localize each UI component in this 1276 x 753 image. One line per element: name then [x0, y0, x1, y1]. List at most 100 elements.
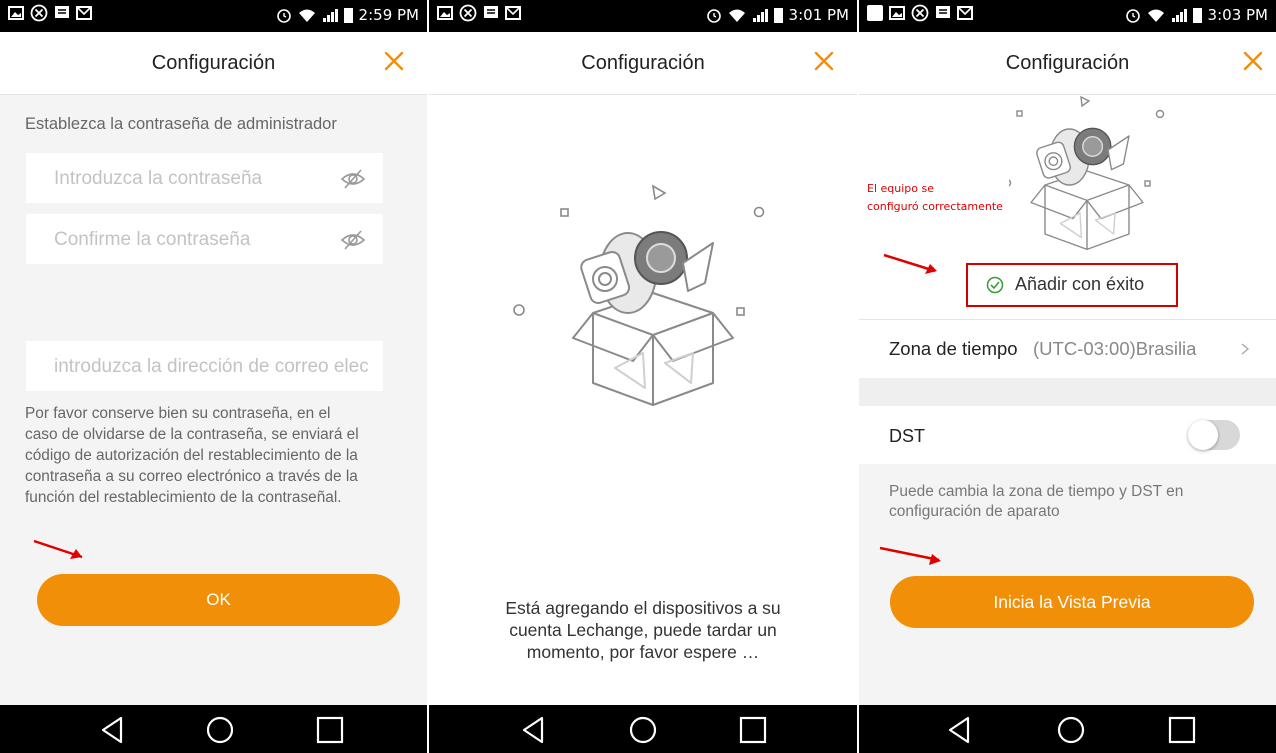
email-field — [26, 341, 396, 393]
annotation-line: El equipo se — [867, 182, 934, 195]
toggle-knob — [1188, 420, 1218, 450]
dst-row: DST — [859, 406, 1276, 464]
mail-icon — [76, 6, 92, 20]
eye-off-icon[interactable] — [339, 165, 367, 193]
success-area: El equipo se configuró correctamente Aña… — [859, 95, 1276, 705]
password-note: Por favor conserve bien su contraseña, e… — [25, 403, 415, 508]
battery-icon — [1192, 8, 1202, 23]
recents-icon[interactable] — [313, 713, 347, 747]
form-heading: Establezca la contraseña de administrado… — [25, 115, 337, 133]
close-icon[interactable] — [379, 46, 409, 76]
check-circle-icon — [986, 276, 1004, 294]
signal-icon — [752, 9, 768, 22]
annotation-line: configuró correctamente — [867, 200, 1003, 213]
message-icon — [55, 6, 69, 18]
page-title: Configuración — [581, 52, 705, 74]
page-title: Configuración — [151, 52, 276, 74]
home-icon[interactable] — [1054, 713, 1088, 747]
settings-hint: Puede cambia la zona de tiempo y DST en … — [859, 464, 1276, 534]
close-icon[interactable] — [1238, 46, 1268, 76]
password-input[interactable] — [26, 153, 342, 205]
alarm-icon — [1125, 9, 1140, 23]
note-line: contraseña a su correo electrónico a tra… — [25, 468, 358, 485]
navigation-bar — [859, 705, 1276, 753]
device-box-illustration — [1009, 95, 1165, 251]
back-icon[interactable] — [943, 713, 977, 747]
block-icon — [911, 4, 929, 22]
block-icon — [30, 4, 48, 22]
image-icon — [889, 6, 905, 20]
screen-set-password: 2:59 PM Configuración Establezca la cont… — [0, 0, 427, 753]
message-line: momento, por favor espere … — [526, 642, 760, 662]
bottom-area: Inicia la Vista Previa — [859, 534, 1276, 705]
status-bar: 3:01 PM — [429, 0, 857, 32]
title-bar: Configuración — [0, 32, 427, 95]
alarm-icon — [706, 9, 721, 23]
image-icon — [8, 6, 24, 20]
progress-area: Está agregando el dispositivos a su cuen… — [429, 95, 857, 705]
signal-icon — [1171, 9, 1187, 22]
success-text: Añadir con éxito — [1015, 274, 1145, 294]
mail-icon — [505, 6, 521, 20]
hint-line: Puede cambia la zona de tiempo y DST en — [889, 483, 1184, 500]
block-icon — [459, 4, 477, 22]
eye-off-icon[interactable] — [339, 226, 367, 254]
wifi-icon — [728, 9, 745, 22]
adding-message: Está agregando el dispositivos a su cuen… — [429, 597, 857, 663]
confirm-password-input[interactable] — [26, 214, 342, 266]
status-time: 2:59 PM — [358, 6, 419, 24]
message-line: cuenta Lechange, puede tardar un — [509, 620, 777, 640]
recents-icon[interactable] — [736, 713, 770, 747]
password-form: Establezca la contraseña de administrado… — [0, 95, 427, 705]
battery-icon — [773, 8, 783, 23]
navigation-bar — [0, 705, 427, 753]
message-icon — [936, 6, 950, 18]
recents-icon[interactable] — [1165, 713, 1199, 747]
wifi-icon — [298, 9, 315, 22]
back-icon[interactable] — [96, 713, 130, 747]
timezone-label: Zona de tiempo — [889, 338, 1018, 359]
hint-line: configuración de aparato — [889, 503, 1060, 520]
status-bar: 2:59 PM — [0, 0, 427, 32]
email-input[interactable] — [26, 341, 396, 393]
note-line: Por favor conserve bien su contraseña, e… — [25, 405, 331, 422]
alarm-icon — [276, 9, 291, 23]
success-annotation: El equipo se configuró correctamente — [867, 180, 1003, 216]
home-icon[interactable] — [203, 713, 237, 747]
red-arrow-annotation — [883, 253, 937, 274]
status-time: 3:01 PM — [788, 6, 849, 24]
red-arrow-annotation — [33, 539, 83, 559]
status-time: 3:03 PM — [1207, 6, 1268, 24]
status-bar: 3:03 PM — [859, 0, 1276, 32]
image-icon — [437, 6, 453, 20]
mail-icon — [957, 6, 973, 20]
square-icon — [867, 5, 883, 21]
success-highlight-box: Añadir con éxito — [966, 263, 1178, 307]
chevron-right-icon — [1241, 343, 1250, 355]
start-preview-button[interactable]: Inicia la Vista Previa — [890, 576, 1254, 628]
screen-adding-device: 3:01 PM Configuración Está agregando el … — [429, 0, 857, 753]
message-icon — [484, 6, 498, 18]
title-bar: Configuración — [859, 32, 1276, 95]
page-title: Configuración — [1005, 52, 1130, 74]
title-bar: Configuración — [429, 32, 857, 95]
note-line: caso de olvidarse de la contraseña, se e… — [25, 426, 359, 443]
red-arrow-annotation — [879, 546, 941, 565]
signal-icon — [322, 9, 338, 22]
note-line: código de autorización del restablecimie… — [25, 447, 358, 464]
note-line: función del restablecimiento de la contr… — [25, 489, 342, 506]
navigation-bar — [429, 705, 857, 753]
message-line: Está agregando el dispositivos a su — [505, 598, 781, 618]
home-icon[interactable] — [626, 713, 660, 747]
screen-add-success: 3:03 PM Configuración El equipo se confi… — [859, 0, 1276, 753]
timezone-value: (UTC-03:00)Brasilia — [1033, 338, 1197, 359]
ok-button[interactable]: OK — [37, 574, 400, 626]
confirm-password-field — [26, 214, 383, 266]
password-field — [26, 153, 383, 205]
back-icon[interactable] — [517, 713, 551, 747]
timezone-row[interactable]: Zona de tiempo (UTC-03:00)Brasilia — [859, 320, 1276, 378]
dst-toggle[interactable] — [1188, 420, 1240, 450]
close-icon[interactable] — [809, 46, 839, 76]
wifi-icon — [1147, 9, 1164, 22]
battery-icon — [343, 8, 353, 23]
